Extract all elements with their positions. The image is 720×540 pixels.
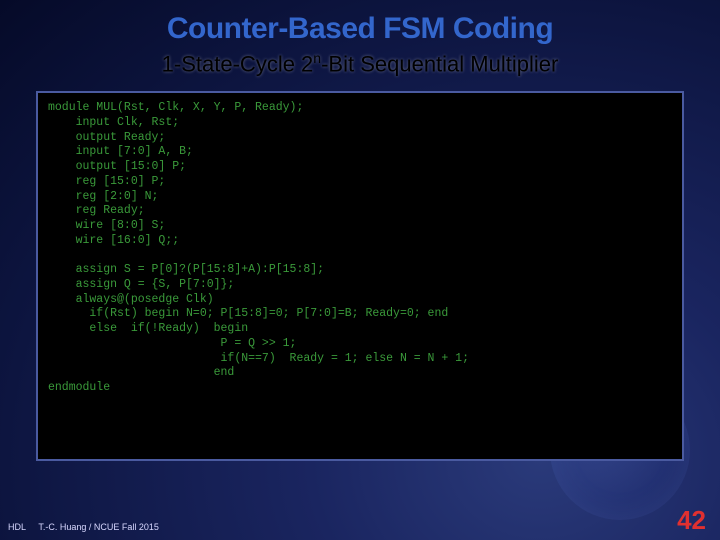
footer-hdl: HDL: [8, 522, 26, 532]
footer: HDL T.-C. Huang / NCUE Fall 2015: [8, 522, 159, 532]
subtitle-superscript: n: [313, 50, 321, 66]
subtitle-suffix: -Bit Sequential Multiplier: [321, 51, 558, 76]
slide-subtitle: 1-State-Cycle 2n-Bit Sequential Multipli…: [0, 50, 720, 77]
code-listing: module MUL(Rst, Clk, X, Y, P, Ready); in…: [48, 101, 672, 395]
slide: Counter-Based FSM Coding 1-State-Cycle 2…: [0, 0, 720, 540]
slide-title: Counter-Based FSM Coding: [0, 0, 720, 46]
footer-credit: T.-C. Huang / NCUE Fall 2015: [38, 522, 159, 532]
code-box: module MUL(Rst, Clk, X, Y, P, Ready); in…: [36, 91, 684, 461]
page-number: 42: [677, 505, 706, 536]
subtitle-prefix: 1-State-Cycle 2: [162, 51, 314, 76]
